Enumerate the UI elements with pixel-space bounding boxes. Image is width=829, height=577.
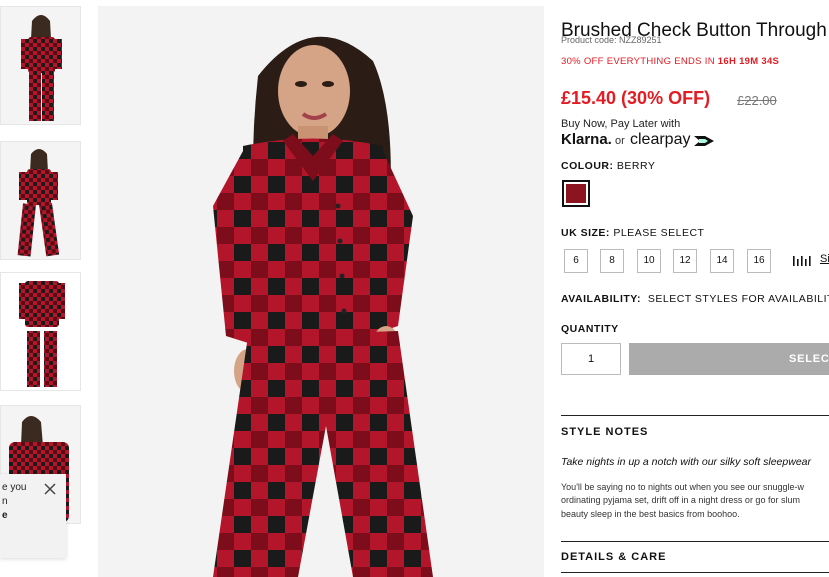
quantity-input[interactable]: 1 <box>561 343 621 375</box>
popup-text-line-2: n <box>2 496 8 507</box>
colour-value: BERRY <box>616 160 656 172</box>
product-code: Product code: NZZ89251 <box>561 35 662 45</box>
divider <box>561 415 829 416</box>
select-size-button[interactable]: SELECT <box>629 343 829 375</box>
size-value: PLEASE SELECT <box>613 227 705 239</box>
swatch-fill <box>566 184 586 203</box>
close-icon[interactable] <box>43 482 57 496</box>
style-notes-line-2: ordinating pyjama set, drift off in a ni… <box>561 495 800 505</box>
availability-label: AVAILABILITY: SELECT STYLES FOR AVAILABI… <box>561 293 829 305</box>
style-notes-lead: Take nights in up a notch with our silky… <box>561 456 811 468</box>
popup-text-line-3: e <box>2 510 8 521</box>
klarna-logo[interactable]: Klarna. <box>561 131 612 148</box>
divider <box>561 541 829 542</box>
size-option-12[interactable]: 12 <box>673 249 697 273</box>
main-product-image[interactable] <box>98 6 544 577</box>
size-label-key: UK SIZE: <box>561 227 610 239</box>
size-option-16[interactable]: 16 <box>747 249 771 273</box>
sale-price: £15.40 (30% OFF) <box>561 88 711 108</box>
size-option-6[interactable]: 6 <box>564 249 588 273</box>
colour-label: COLOUR: BERRY <box>561 160 655 172</box>
thumbnail-1[interactable] <box>0 6 81 125</box>
bnpl-or-text: or <box>615 135 625 147</box>
size-guide-link[interactable]: Si <box>820 253 829 265</box>
style-notes-heading[interactable]: STYLE NOTES <box>561 426 648 438</box>
size-guide-ruler-icon[interactable] <box>793 253 815 271</box>
size-option-8[interactable]: 8 <box>600 249 624 273</box>
clearpay-arrows-icon <box>694 134 716 153</box>
thumbnail-2[interactable] <box>0 141 81 260</box>
clearpay-logo[interactable]: clearpay <box>630 131 690 149</box>
colour-swatch-berry[interactable] <box>562 180 590 207</box>
promo-timer: 16H 19M 34S <box>717 56 780 67</box>
colour-label-key: COLOUR: <box>561 160 614 172</box>
size-option-14[interactable]: 14 <box>710 249 734 273</box>
promo-banner: 30% OFF EVERYTHING ENDS IN 16H 19M 34S <box>561 56 779 67</box>
thumbnail-3[interactable] <box>0 272 81 391</box>
quantity-label: QUANTITY <box>561 323 619 335</box>
info-popup: e you n e <box>0 474 66 558</box>
availability-label-key: AVAILABILITY: <box>561 293 641 305</box>
size-label: UK SIZE: PLEASE SELECT <box>561 227 704 239</box>
original-price: £22.00 <box>737 93 777 108</box>
style-notes-line-3: beauty sleep in the best basics from boo… <box>561 509 740 519</box>
bnpl-text: Buy Now, Pay Later with <box>561 118 681 130</box>
style-notes-line-1: You'll be saying no to nights out when y… <box>561 482 805 492</box>
size-option-10[interactable]: 10 <box>637 249 661 273</box>
availability-value: SELECT STYLES FOR AVAILABILITY <box>647 293 829 305</box>
quantity-label-text: QUANTITY <box>561 323 619 335</box>
divider <box>561 572 829 573</box>
details-care-heading[interactable]: DETAILS & CARE <box>561 551 666 563</box>
popup-text-line-1: e you <box>2 482 27 493</box>
promo-text: 30% OFF EVERYTHING ENDS IN <box>561 56 718 67</box>
